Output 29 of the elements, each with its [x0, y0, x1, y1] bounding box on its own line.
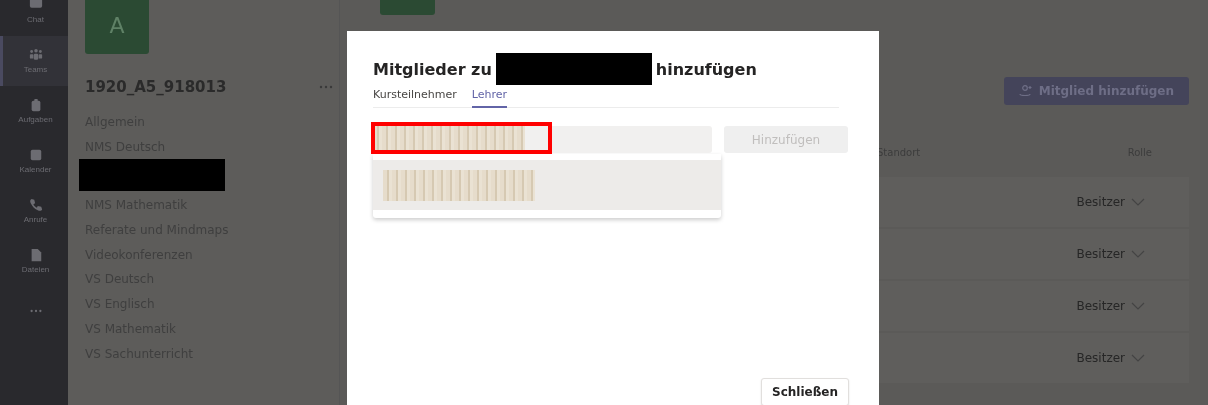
role-dropdown[interactable]: Besitzer — [1076, 299, 1145, 313]
add-person-icon — [1018, 85, 1033, 97]
dialog-title: hinzufügen — [655, 59, 757, 79]
search-field[interactable] — [373, 126, 712, 153]
chevron-down-icon — [1131, 354, 1145, 362]
people-icon — [28, 48, 43, 62]
rail-label: Aufgaben — [18, 115, 53, 124]
rail-label: Dateien — [21, 265, 50, 274]
chevron-down-icon — [1131, 198, 1145, 206]
role-dropdown[interactable]: Besitzer — [1076, 195, 1145, 209]
role-dropdown[interactable]: Besitzer — [1076, 351, 1145, 365]
dialog-title: Mitglieder zu — [373, 59, 492, 79]
suggestion-item[interactable] — [373, 160, 721, 210]
rail-label: Chat — [27, 15, 44, 24]
tab[interactable]: Lehrer — [471, 86, 508, 108]
rail-label: Anrufe — [23, 215, 48, 224]
role-dropdown[interactable]: Besitzer — [1076, 247, 1145, 261]
rail-item[interactable]: Aufgaben — [0, 86, 68, 136]
rail-item[interactable]: Chat — [0, 0, 68, 36]
more-icon[interactable] — [319, 85, 333, 89]
phone-icon — [28, 198, 43, 212]
tab[interactable]: Kursteilnehmer — [373, 86, 457, 108]
chevron-down-icon — [1131, 250, 1145, 258]
close-button[interactable]: Schließen — [761, 378, 849, 405]
chevron-down-icon — [1131, 302, 1145, 310]
rail-item[interactable]: Anrufe — [0, 186, 68, 236]
rail-label: Kalender — [19, 165, 52, 174]
rail-item[interactable]: Kalender — [0, 136, 68, 186]
rail-item[interactable]: Dateien — [0, 236, 68, 286]
